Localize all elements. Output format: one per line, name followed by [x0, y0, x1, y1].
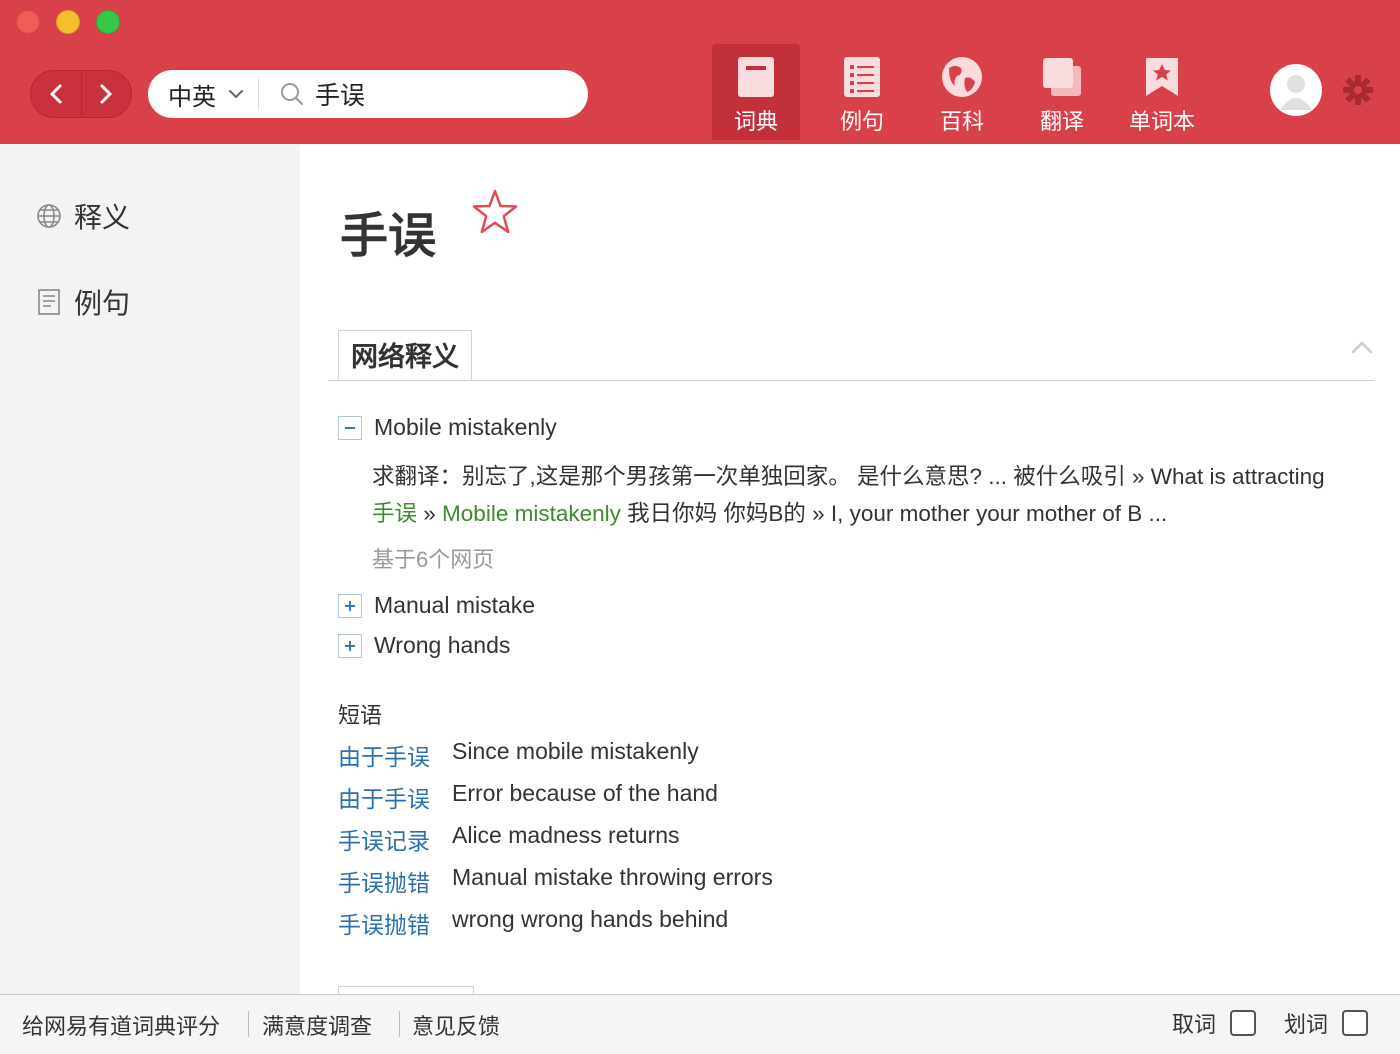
phrase-row: 手误记录 Alice madness returns [338, 822, 680, 856]
globe-icon [34, 201, 64, 231]
highlight-term: Mobile mistakenly [442, 501, 621, 526]
checkbox[interactable] [1230, 1010, 1257, 1036]
chevron-left-icon [50, 84, 62, 104]
tab-label: 例句 [839, 109, 884, 134]
checkbox-label: 取词 [1172, 1012, 1217, 1037]
phrase-translation: Since mobile mistakenly [452, 738, 699, 764]
collapse-icon[interactable] [338, 415, 362, 440]
phrase-row: 手误抛错 Manual mistake throwing errors [338, 864, 773, 898]
definition-text: Mobile mistakenly [374, 414, 557, 440]
phrase-row: 由于手误 Error because of the hand [338, 780, 718, 814]
detail-text: » [417, 501, 443, 526]
window-minimize-button[interactable] [56, 10, 80, 34]
section-divider [328, 380, 1374, 381]
phrase-link[interactable]: 手误抛错 [338, 864, 452, 898]
phrase-translation: wrong wrong hands behind [452, 906, 729, 932]
divider [248, 1011, 249, 1037]
tab-label: 百科 [939, 109, 984, 134]
document-icon [34, 287, 64, 317]
select-word-toggle[interactable]: 划词 [1284, 1007, 1369, 1039]
sidebar-item-definitions[interactable]: 释义 [34, 196, 130, 236]
source-note: 基于6个网页 [372, 547, 495, 572]
capture-word-toggle[interactable]: 取词 [1172, 1007, 1257, 1039]
next-section-tab[interactable] [338, 986, 474, 994]
back-button[interactable] [31, 71, 81, 117]
divider [399, 1011, 400, 1037]
definition-detail: 求翻译：别忘了,这是那个男孩第一次单独回家。 是什么意思? ... 被什么吸引 … [372, 458, 1352, 532]
forward-button[interactable] [80, 71, 132, 117]
tab-label: 翻译 [1039, 109, 1084, 134]
dictionary-icon [735, 56, 777, 98]
search-input[interactable] [315, 79, 565, 109]
tab-encyclopedia[interactable]: 百科 [912, 44, 1012, 140]
window-close-button[interactable] [16, 10, 40, 34]
status-bar: 给网易有道词典评分 满意度调查 意见反馈 取词 划词 [0, 994, 1400, 1054]
checkbox-label: 划词 [1284, 1012, 1329, 1037]
tab-wordbook[interactable]: 单词本 [1112, 44, 1212, 140]
phrase-translation: Error because of the hand [452, 780, 718, 806]
expand-icon[interactable] [338, 593, 362, 618]
tab-dictionary[interactable]: 词典 [712, 44, 800, 140]
phrase-translation: Alice madness returns [452, 822, 680, 848]
definition-text: Wrong hands [374, 632, 511, 658]
phrase-row: 手误抛错 wrong wrong hands behind [338, 906, 728, 940]
phrase-link[interactable]: 由于手误 [338, 738, 452, 772]
wordbook-icon [1141, 56, 1183, 98]
feedback-link[interactable]: 意见反馈 [412, 1009, 500, 1041]
detail-text: 我日你妈 你妈B的 » I, your mother your mother o… [620, 501, 1168, 526]
headword: 手误 [340, 210, 437, 263]
language-select-value: 中英 [168, 83, 216, 111]
highlight-term: 手误 [372, 501, 418, 526]
star-icon[interactable] [470, 188, 520, 241]
sidebar: 释义 例句 [0, 144, 300, 994]
phrase-link[interactable]: 手误抛错 [338, 906, 452, 940]
search-icon [279, 81, 305, 107]
detail-text: 求翻译：别忘了,这是那个男孩第一次单独回家。 是什么意思? ... 被什么吸引 … [372, 464, 1325, 489]
globe-icon [941, 56, 983, 98]
toolbar: 中英 词典 例句 百科 [0, 0, 1400, 144]
translate-icon [1041, 56, 1083, 98]
survey-link[interactable]: 满意度调查 [262, 1009, 372, 1041]
avatar[interactable] [1270, 64, 1322, 116]
sidebar-item-label: 释义 [74, 202, 131, 233]
user-icon [1280, 75, 1312, 110]
search-bar: 中英 [148, 70, 588, 118]
definition-entry[interactable]: Wrong hands [338, 632, 510, 659]
tab-web-definitions[interactable]: 网络释义 [338, 330, 472, 380]
sidebar-item-examples[interactable]: 例句 [34, 282, 130, 322]
tab-label: 词典 [733, 109, 778, 134]
search-divider [258, 78, 259, 110]
phrase-link[interactable]: 手误记录 [338, 822, 452, 856]
chevron-right-icon [100, 84, 112, 104]
chevron-down-icon [229, 90, 243, 99]
phrase-translation: Manual mistake throwing errors [452, 864, 773, 890]
checkbox[interactable] [1342, 1010, 1369, 1036]
chevron-up-icon[interactable] [1350, 340, 1374, 359]
phrase-row: 由于手误 Since mobile mistakenly [338, 738, 699, 772]
main-content: 手误 网络释义 Mobile mistakenly 求翻译：别忘了,这是那个男孩… [300, 144, 1400, 994]
phrases-title: 短语 [338, 703, 383, 728]
phrase-link[interactable]: 由于手误 [338, 780, 452, 814]
definition-entry[interactable]: Manual mistake [338, 592, 535, 619]
feature-tabs: 词典 例句 百科 翻译 单词本 [712, 44, 1212, 140]
gear-icon[interactable] [1342, 74, 1374, 111]
tab-examples[interactable]: 例句 [812, 44, 912, 140]
tab-label: 单词本 [1128, 109, 1195, 134]
definition-text: Manual mistake [374, 592, 536, 618]
sidebar-item-label: 例句 [74, 288, 131, 319]
history-nav [30, 70, 132, 118]
language-select[interactable]: 中英 [148, 79, 258, 111]
list-icon [841, 56, 883, 98]
rate-app-link[interactable]: 给网易有道词典评分 [22, 1009, 220, 1041]
tab-translate[interactable]: 翻译 [1012, 44, 1112, 140]
definition-entry[interactable]: Mobile mistakenly [338, 414, 557, 441]
expand-icon[interactable] [338, 633, 362, 658]
window-zoom-button[interactable] [96, 10, 120, 34]
